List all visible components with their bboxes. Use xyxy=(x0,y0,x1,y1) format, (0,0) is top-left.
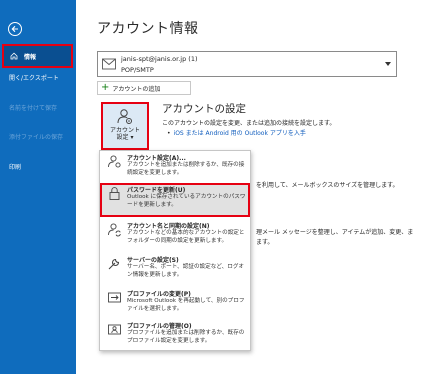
profile-switch-icon xyxy=(108,292,121,303)
rules-text-2: ます。 xyxy=(256,239,274,246)
wrench-icon xyxy=(108,258,120,270)
mailbox-cleanup-text: を利用して、メールボックスのサイズを管理します。 xyxy=(256,182,399,189)
backstage-sidebar: 情報 開く/エクスポート 名前を付けて保存 添付ファイルの保存 印刷 xyxy=(0,0,76,374)
page-title: アカウント情報 xyxy=(97,21,199,37)
bullet-icon: • xyxy=(167,130,171,137)
user-gear-icon xyxy=(117,109,132,124)
menu-item-account-name-sync[interactable]: アカウント名と同期の設定(N) アカウントなどの基本的なアカウントの設定とフォル… xyxy=(100,219,250,253)
sidebar-item-label: 印刷 xyxy=(9,163,22,171)
account-email: janis-spt@janis.or.jp (1) xyxy=(121,55,198,63)
add-account-label: アカウントの追加 xyxy=(112,85,161,93)
menu-item-desc: Outlook に保存されているアカウントのパスワードを更新します。 xyxy=(127,194,246,208)
user-sync-icon xyxy=(108,223,121,237)
sidebar-item-label: 名前を付けて保存 xyxy=(9,104,58,112)
envelope-icon xyxy=(102,58,116,70)
menu-item-title: サーバーの設定(S) xyxy=(127,257,179,264)
back-arrow-icon[interactable] xyxy=(8,22,22,36)
add-account-button[interactable]: + アカウントの追加 xyxy=(97,81,191,95)
chevron-down-icon xyxy=(385,62,391,66)
menu-item-desc: アカウントなどの基本的なアカウントの設定とフォルダーの同期の設定を更新します。 xyxy=(127,230,245,244)
sidebar-item-save-as[interactable]: 名前を付けて保存 xyxy=(0,98,76,116)
home-icon xyxy=(10,52,18,60)
menu-item-change-profile[interactable]: プロファイルの変更(P) Microsoft Outlook を再起動して、別の… xyxy=(100,287,250,319)
plus-icon: + xyxy=(101,82,110,93)
menu-item-update-password[interactable]: パスワードを更新(U) Outlook に保存されているアカウントのパスワードを… xyxy=(100,183,250,217)
menu-item-title: パスワードを更新(U) xyxy=(127,187,186,194)
menu-item-title: プロファイルの変更(P) xyxy=(127,291,191,298)
menu-item-account-settings[interactable]: アカウント設定(A)... アカウントを追加または削除するか、既存の接続設定を変… xyxy=(100,151,250,182)
account-settings-button[interactable]: アカウント 設定 ▾ xyxy=(101,102,149,150)
menu-item-desc: サーバー名、ポート、認証の設定など、ログオン情報を更新します。 xyxy=(127,264,245,278)
section-title: アカウントの設定 xyxy=(162,103,246,115)
settings-button-label-2: 設定 ▾ xyxy=(116,134,134,141)
account-settings-menu: アカウント設定(A)... アカウントを追加または削除するか、既存の接続設定を変… xyxy=(99,150,251,351)
sidebar-item-open-export[interactable]: 開く/エクスポート xyxy=(0,68,76,86)
sidebar-item-info[interactable]: 情報 xyxy=(2,44,73,68)
profile-manage-icon xyxy=(108,324,121,335)
menu-item-desc: アカウントを追加または削除するか、既存の接続設定を変更します。 xyxy=(127,162,245,176)
sidebar-item-label: 情報 xyxy=(24,53,37,61)
menu-item-title: アカウント名と同期の設定(N) xyxy=(127,223,210,230)
menu-item-title: プロファイルの管理(O) xyxy=(127,323,192,330)
settings-button-label-1: アカウント xyxy=(109,127,140,134)
account-type: POP/SMTP xyxy=(121,66,154,74)
lock-icon xyxy=(109,187,120,200)
menu-item-title: アカウント設定(A)... xyxy=(127,155,186,162)
section-description: このアカウントの設定を変更、または追加の接続を設定します。 xyxy=(162,120,336,127)
account-selector[interactable]: janis-spt@janis.or.jp (1) POP/SMTP xyxy=(97,51,397,77)
menu-item-desc: プロファイルを追加または削除するか、既存のプロファイル設定を変更します。 xyxy=(127,330,245,344)
outlook-app-link[interactable]: iOS または Android 用の Outlook アプリを入手 xyxy=(174,130,306,137)
user-gear-icon xyxy=(108,155,121,168)
sidebar-item-label: 開く/エクスポート xyxy=(9,74,59,82)
rules-text: 理メール メッセージを整理し、アイテムが追加、変更、ま xyxy=(256,229,414,236)
menu-item-manage-profiles[interactable]: プロファイルの管理(O) プロファイルを追加または削除するか、既存のプロファイル… xyxy=(100,319,250,351)
sidebar-item-print[interactable]: 印刷 xyxy=(0,157,76,175)
menu-item-server-settings[interactable]: サーバーの設定(S) サーバー名、ポート、認証の設定など、ログオン情報を更新しま… xyxy=(100,253,250,287)
sidebar-item-label: 添付ファイルの保存 xyxy=(9,133,64,141)
sidebar-item-save-attachments[interactable]: 添付ファイルの保存 xyxy=(0,127,76,145)
outlook-app-link-row: • iOS または Android 用の Outlook アプリを入手 xyxy=(167,128,306,137)
menu-item-desc: Microsoft Outlook を再起動して、別のプロファイルを選択します。 xyxy=(127,298,245,312)
